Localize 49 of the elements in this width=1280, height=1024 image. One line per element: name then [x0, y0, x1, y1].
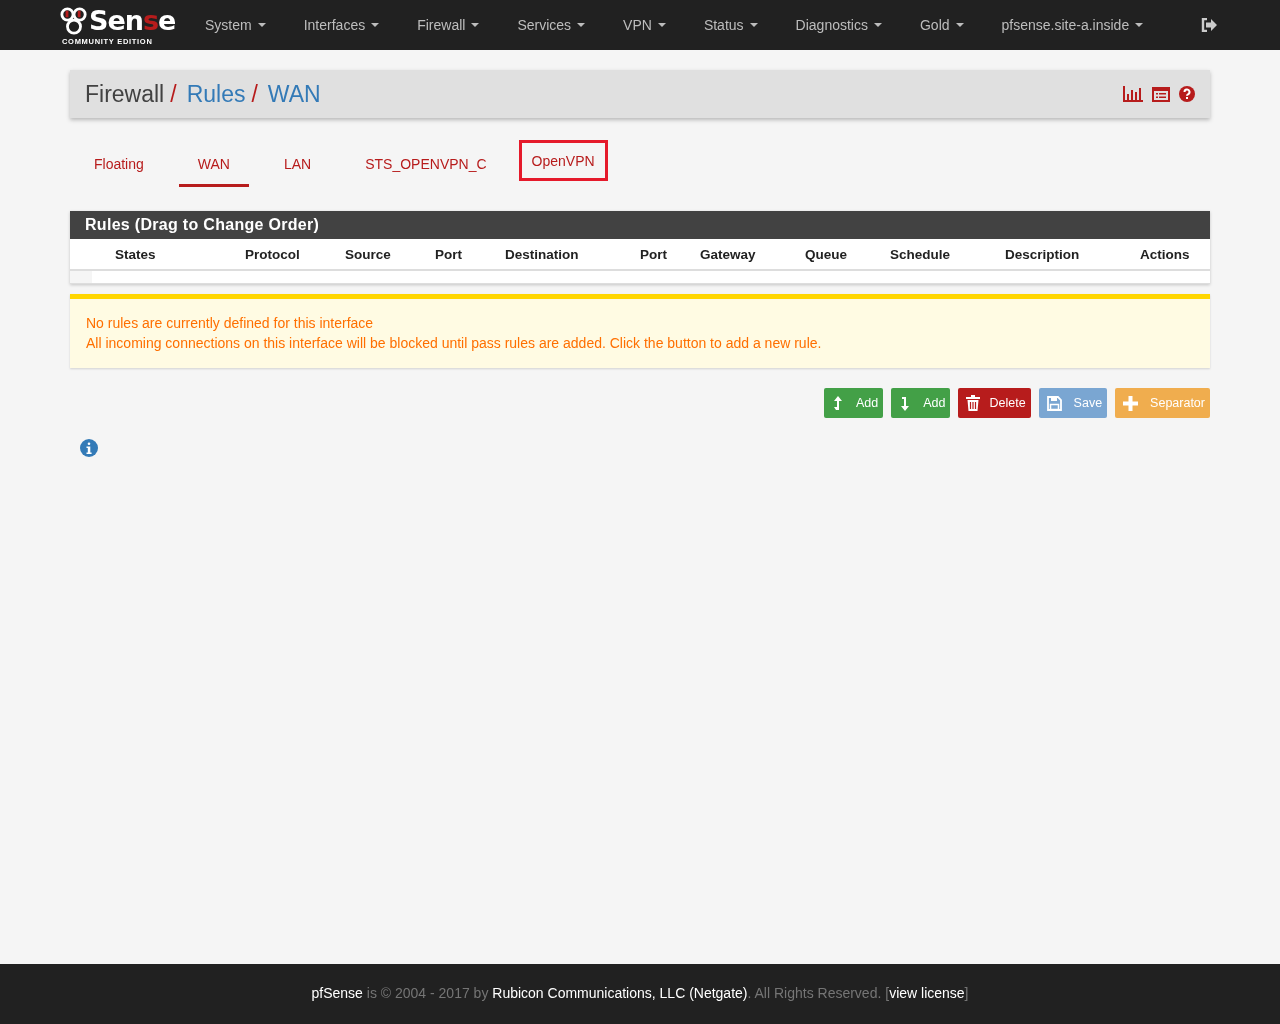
- logo-name: Sense: [89, 6, 176, 35]
- license-link[interactable]: view license: [889, 985, 965, 1001]
- nav-menu-item[interactable]: System: [192, 17, 279, 33]
- column-header: Protocol: [245, 246, 301, 262]
- column-header: Schedule: [890, 246, 952, 262]
- column-header: Queue: [805, 246, 848, 262]
- breadcrumb-separator: /: [251, 80, 258, 108]
- arrow-up-icon: [831, 395, 844, 411]
- breadcrumb-separator: /: [170, 80, 177, 108]
- interface-tab[interactable]: Floating: [75, 140, 163, 187]
- table-list-icon[interactable]: [1152, 86, 1170, 102]
- interface-tab[interactable]: STS_OPENVPN_C: [346, 140, 506, 187]
- breadcrumb-item[interactable]: Rules: [186, 80, 246, 108]
- nav-menu-item[interactable]: VPN: [610, 17, 679, 33]
- nav-menu-item[interactable]: Diagnostics: [782, 17, 895, 33]
- column-header: Gateway: [700, 246, 757, 262]
- nav-menu-item[interactable]: pfsense.site-a.inside: [988, 17, 1157, 33]
- column-header: Destination: [505, 246, 580, 262]
- nav-menu-item[interactable]: Status: [690, 17, 771, 33]
- plus-icon: [1123, 395, 1139, 411]
- column-header: Port: [435, 246, 463, 262]
- help-icon[interactable]: [1179, 86, 1195, 102]
- column-header: Port: [640, 246, 668, 262]
- add-button[interactable]: Add: [891, 388, 951, 418]
- column-header: States: [115, 246, 157, 262]
- bar-chart-icon[interactable]: [1123, 86, 1143, 102]
- circles-logo-icon: [60, 6, 88, 35]
- nav-menu-item[interactable]: Firewall: [404, 17, 493, 33]
- interface-tab[interactable]: OpenVPN: [521, 143, 605, 178]
- alert-text: All incoming connections on this interface will be blocked until pass rules are added. Click the button to add a new rule.: [86, 334, 823, 353]
- nav-menu-item[interactable]: Services: [504, 17, 599, 33]
- logout-icon[interactable]: [1201, 18, 1218, 32]
- info-icon[interactable]: [80, 439, 98, 457]
- breadcrumb-item: Firewall: [85, 80, 165, 108]
- nav-menu-item[interactable]: Interfaces: [290, 17, 393, 33]
- interface-tab[interactable]: LAN: [264, 140, 331, 187]
- delete-button[interactable]: Delete: [958, 388, 1031, 418]
- nav-menu-item[interactable]: Gold: [906, 17, 977, 33]
- column-header: Description: [1005, 246, 1081, 262]
- interface-tab[interactable]: WAN: [178, 140, 249, 187]
- column-header: Actions: [1140, 246, 1191, 262]
- footer-text: pfSense is © 2004 - 2017 by Rubicon Communications, LLC (Netgate). All Rights Reserved. [view license]: [311, 985, 969, 1001]
- breadcrumb-item[interactable]: WAN: [267, 80, 321, 108]
- alert-text: No rules are currently defined for this interface: [86, 314, 375, 333]
- column-header: Source: [345, 246, 392, 262]
- panel-title: Rules (Drag to Change Order): [70, 211, 1210, 239]
- arrow-down-icon: [899, 395, 912, 411]
- add-button[interactable]: Add: [823, 388, 884, 418]
- trash-icon: [966, 395, 981, 411]
